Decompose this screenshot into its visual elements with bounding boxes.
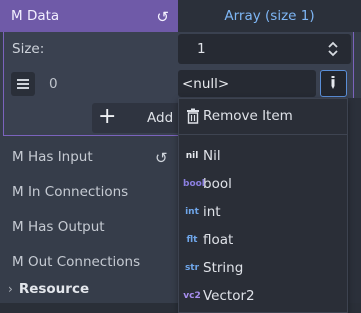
bool-type-icon: bool bbox=[183, 179, 205, 189]
menu-item-int[interactable]: int int bbox=[179, 198, 347, 226]
menu-item-label: Nil bbox=[203, 148, 221, 164]
spin-arrows-icon[interactable] bbox=[326, 40, 340, 58]
revert-icon[interactable]: ↺ bbox=[156, 8, 169, 26]
array-toggle-button[interactable]: Array (size 1) bbox=[178, 0, 361, 32]
nil-type-icon: nil bbox=[185, 151, 199, 161]
menu-item-remove[interactable]: Remove Item bbox=[179, 102, 347, 130]
menu-item-label: Remove Item bbox=[203, 108, 293, 124]
add-element-button[interactable]: + Add bbox=[92, 103, 182, 133]
chevron-right-icon: › bbox=[8, 282, 13, 296]
item-value-text: <null> bbox=[182, 75, 230, 92]
property-name: M Data bbox=[11, 8, 60, 24]
property-m-has-output: M Has Output bbox=[12, 219, 105, 235]
menu-item-bool[interactable]: bool bool bbox=[179, 170, 347, 198]
vector2-type-icon: vc2 bbox=[183, 291, 201, 301]
string-type-icon: str bbox=[184, 263, 200, 273]
property-m-in-connections: M In Connections bbox=[12, 184, 129, 200]
menu-item-float[interactable]: flt float bbox=[179, 226, 347, 254]
menu-item-label: float bbox=[203, 232, 234, 248]
menu-item-label: int bbox=[203, 204, 221, 220]
property-m-has-input: M Has Input bbox=[12, 149, 93, 165]
size-value: 1 bbox=[197, 41, 206, 57]
menu-item-nil[interactable]: nil Nil bbox=[179, 142, 347, 170]
right-column-bg bbox=[348, 98, 361, 313]
type-popup-menu: Remove Item nil Nil bool bool int int fl… bbox=[178, 98, 348, 313]
property-header-m-data[interactable]: M Data ↺ bbox=[0, 0, 178, 32]
edit-type-button[interactable] bbox=[320, 70, 347, 97]
size-label: Size: bbox=[12, 41, 45, 57]
add-label: Add bbox=[147, 110, 174, 126]
menu-item-vector2[interactable]: vc2 Vector2 bbox=[179, 282, 347, 310]
pencil-icon bbox=[331, 76, 335, 89]
trash-icon bbox=[187, 108, 199, 124]
section-resource[interactable]: › Resource bbox=[0, 276, 178, 302]
plus-icon: + bbox=[98, 104, 117, 129]
menu-item-string[interactable]: str String bbox=[179, 254, 347, 282]
menu-item-label: bool bbox=[203, 176, 232, 192]
int-type-icon: int bbox=[185, 207, 199, 217]
menu-separator bbox=[179, 134, 347, 135]
float-type-icon: flt bbox=[186, 235, 198, 245]
menu-item-label: Vector2 bbox=[203, 288, 255, 304]
menu-item-label: String bbox=[203, 260, 244, 276]
section-label: Resource bbox=[18, 281, 90, 297]
array-size-label: Array (size 1) bbox=[224, 8, 315, 24]
array-item-index: 0 bbox=[49, 76, 58, 92]
property-m-out-connections: M Out Connections bbox=[12, 254, 141, 270]
array-item-value[interactable]: <null> bbox=[178, 70, 316, 97]
drag-handle-icon[interactable] bbox=[11, 72, 35, 96]
revert-icon[interactable]: ↺ bbox=[155, 149, 168, 167]
